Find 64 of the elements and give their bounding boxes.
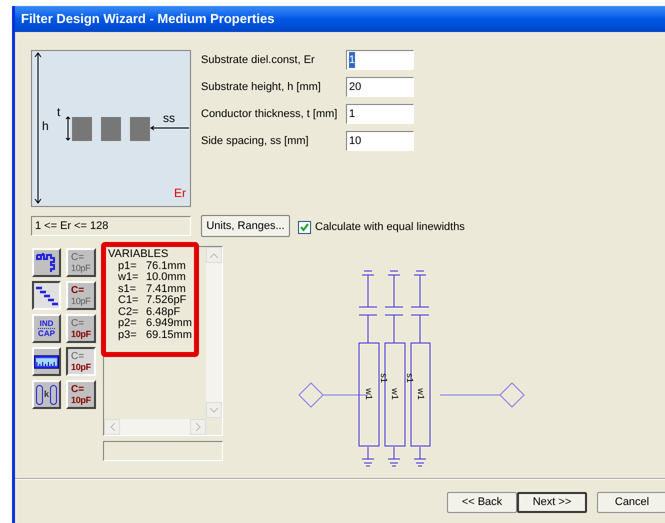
field-label: Substrate height, h [mm] <box>201 80 322 95</box>
capacitor-tool-button[interactable]: C= 10pF <box>66 248 96 277</box>
field-label: Conductor thickness, t [mm] <box>201 106 338 122</box>
wizard-button[interactable]: Cancel <box>597 492 665 513</box>
input-field[interactable]: 1 <box>346 104 414 124</box>
conductor-strip <box>101 117 121 141</box>
stepped-lines-icon <box>34 284 58 306</box>
range-hint: 1 <= Er <= 128 <box>31 216 191 236</box>
topology-tool-button[interactable]: k <box>32 380 61 409</box>
capacitor-tool-button[interactable]: C= 10pF <box>66 281 96 310</box>
horizontal-scrollbar[interactable] <box>104 419 206 435</box>
spacing-arrow <box>150 126 190 130</box>
variable-value: 7.41mm <box>146 284 186 295</box>
checkbox[interactable] <box>298 220 311 234</box>
check-icon <box>300 222 309 232</box>
units-button[interactable]: Units, Ranges... <box>201 215 290 237</box>
ind-cap-label: IND CAP <box>38 319 55 338</box>
line-label: w1 <box>364 388 374 400</box>
line-label: w1 <box>416 388 426 400</box>
scroll-right-icon <box>190 419 206 435</box>
variable-value: 6.48pF <box>146 306 180 318</box>
topology-tool-button[interactable]: IND CAP <box>32 314 61 343</box>
gap-label: s1 <box>379 373 389 383</box>
capacitor-tool-button[interactable]: C= 10pF <box>66 347 96 376</box>
topology-tool-button[interactable] <box>32 281 61 310</box>
field-label: Side spacing, ss [mm] <box>201 134 310 149</box>
conductor-strip <box>130 117 150 141</box>
variable-name: s1= <box>118 284 138 295</box>
er-label: Er <box>174 185 186 202</box>
scroll-left-icon <box>104 419 120 435</box>
variable-value: 6.949mm <box>146 318 192 330</box>
field-label: Substrate diel.const, Er <box>201 52 316 68</box>
scroll-down-icon <box>206 402 222 418</box>
variable-value: 76.1mm <box>146 260 186 272</box>
scroll-up-icon <box>206 247 222 263</box>
variable-name: p2= <box>118 318 138 330</box>
vertical-scrollbar[interactable] <box>206 247 222 418</box>
variable-name: C1= <box>118 295 140 306</box>
wizard-button[interactable]: << Back <box>447 492 517 513</box>
capacitor-tool-button[interactable]: C= 10pF <box>66 380 96 409</box>
thickness-arrow <box>66 116 70 141</box>
height-label: h <box>42 118 49 135</box>
variable-name: p3= <box>118 330 138 341</box>
variable-value: 10.0mm <box>146 272 186 284</box>
thickness-label: t <box>57 104 60 121</box>
variables-heading: VARIABLES <box>108 249 170 260</box>
line-label: w1 <box>390 388 400 400</box>
checkbox-label: Calculate with equal linewidths <box>315 220 465 235</box>
variable-name: p1= <box>118 260 137 272</box>
variable-value: 7.526pF <box>146 295 186 306</box>
input-field[interactable]: 1 <box>346 50 414 70</box>
ruler-icon <box>34 354 59 368</box>
variable-value: 69.15mm <box>146 330 192 341</box>
conductor-strip <box>72 117 92 141</box>
capacitor-tool-button[interactable]: C= 10pF <box>66 314 96 343</box>
meander-line-icon <box>36 252 58 274</box>
input-field[interactable]: 20 <box>346 77 414 97</box>
gap-label: s1 <box>405 373 415 383</box>
input-field[interactable]: 10 <box>346 131 414 151</box>
window-title: Filter Design Wizard - Medium Properties <box>15 6 665 32</box>
variable-name: C2= <box>118 306 140 318</box>
wizard-button[interactable]: Next >> <box>517 492 587 513</box>
variable-name: w1= <box>118 272 140 284</box>
spacing-label: ss <box>163 110 175 127</box>
